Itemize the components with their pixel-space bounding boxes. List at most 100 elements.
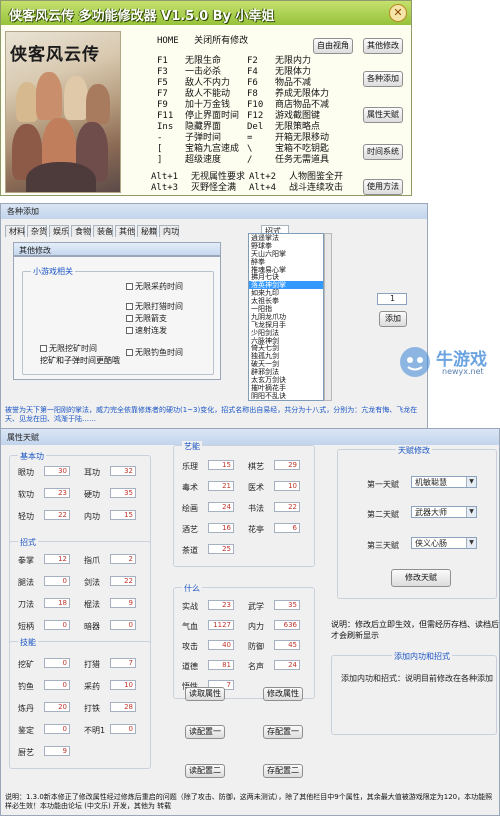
attr-value-input[interactable]: 6 [274,523,300,533]
usage-button[interactable]: 使用方法 [363,179,403,195]
save-config2-button[interactable]: 存配置二 [263,764,303,778]
checkbox-mine-time[interactable]: 无限挖矿时间 [40,343,97,354]
list-item[interactable]: 太祖长拳 [249,297,323,305]
attr-value-input[interactable]: 12 [44,554,70,564]
attr-label: 暗器 [84,622,100,631]
attr-value-input[interactable]: 2 [110,554,136,564]
attr-value-input[interactable]: 0 [110,620,136,630]
attr-value-input[interactable]: 636 [274,620,300,630]
attr-value-input[interactable]: 9 [44,746,70,756]
attr-value-input[interactable]: 32 [110,466,136,476]
attr-value-input[interactable]: 24 [208,502,234,512]
attr-value-input[interactable]: 0 [44,658,70,668]
write-attr-button[interactable]: 修改属性 [263,687,303,701]
attr-value-input[interactable]: 0 [44,620,70,630]
attr-value-input[interactable]: 29 [274,460,300,470]
attr-value-input[interactable]: 0 [44,680,70,690]
list-item[interactable]: 野球拳 [249,242,323,250]
attr-value-input[interactable]: 10 [274,481,300,491]
list-item[interactable]: 摧叶摘花手 [249,384,323,392]
list-item[interactable]: 九阴龙爪功 [249,313,323,321]
read-attr-button[interactable]: 读取属性 [185,687,225,701]
hotkey-key: / [247,155,253,165]
attr-talent-button[interactable]: 属性天赋 [363,107,403,123]
hotkey-row: Alt+4 战斗连续攻击 [249,180,343,193]
list-item[interactable]: 一阳指 [249,305,323,313]
checkbox-arrows[interactable]: 无限箭支 [126,313,167,324]
tab-4[interactable]: 装备 [93,225,113,237]
attr-value-input[interactable]: 15 [208,460,234,470]
attr-value-input[interactable]: 18 [44,598,70,608]
attr-value-input[interactable]: 0 [44,724,70,734]
attr-value-input[interactable]: 15 [110,510,136,520]
save-config1-button[interactable]: 存配置一 [263,725,303,739]
checkbox-fish-time[interactable]: 无限钓鱼时间 [126,347,183,358]
title-bar: 侠客风云传 多功能修改器 V1.5.0 By 小幸姐 ✕ [1,1,411,25]
attr-label: 防御 [248,642,264,651]
tab-2[interactable]: 娱乐 [49,225,69,237]
list-item[interactable]: 醉拳 [249,258,323,266]
basic-section-title: 基本功 [18,451,46,462]
attr-value-input[interactable]: 22 [110,576,136,586]
list-item[interactable]: 太玄万剑诀 [249,376,323,384]
attr-value-input[interactable]: 1127 [208,620,234,630]
attr-value-input[interactable]: 81 [208,660,234,670]
list-scrollbar[interactable] [324,233,332,401]
tab-0[interactable]: 材料 [5,225,25,237]
time-system-button[interactable]: 时间系统 [363,144,403,160]
list-item[interactable]: 破天一剑 [249,360,323,368]
load-config1-button[interactable]: 读配置一 [185,725,225,739]
tab-3[interactable]: 食物 [71,225,91,237]
attr-value-input[interactable]: 35 [274,600,300,610]
list-item[interactable]: 如来九印 [249,289,323,297]
modify-talent-button[interactable]: 修改天赋 [391,569,451,587]
attr-value-input[interactable]: 28 [110,702,136,712]
list-item[interactable]: 逍遥掌法 [249,234,323,242]
checkbox-rapid-fire[interactable]: 速射连发 [126,325,167,336]
attr-value-input[interactable]: 7 [110,658,136,668]
checkbox-hunt-time[interactable]: 无限打猎时间 [126,301,183,312]
attr-value-input[interactable]: 45 [274,640,300,650]
attr-value-input[interactable]: 22 [274,502,300,512]
list-item[interactable]: 辟邪剑法 [249,368,323,376]
free-view-button[interactable]: 自由视角 [313,38,353,54]
checkbox-herb-time[interactable]: 无限采药时间 [126,281,183,292]
attr-value-input[interactable]: 40 [208,640,234,650]
other-mod-button[interactable]: 其他修改 [363,38,403,54]
attr-value-input[interactable]: 30 [44,466,70,476]
attr-label: 打猎 [84,660,100,669]
list-item[interactable]: 少阳剑法 [249,329,323,337]
load-config2-button[interactable]: 读配置二 [185,764,225,778]
attr-value-input[interactable]: 20 [44,702,70,712]
add-items-button[interactable]: 各种添加 [363,71,403,87]
attr-value-input[interactable]: 16 [208,523,234,533]
close-icon[interactable]: ✕ [389,4,407,22]
add-window-title: 各种添加 [1,204,427,219]
talent2-select[interactable]: 武器大师 ▼ [411,506,477,518]
list-item[interactable]: 阴阳不乱诀 [249,392,323,400]
attr-value-input[interactable]: 23 [44,488,70,498]
skill-list[interactable]: 逍遥掌法 野球拳 天山六阳掌 醉拳 推魂易心掌 拂月七诀 落英神剑掌 如来九印 太祖长拳 一阳指九… [248,233,324,401]
attr-value-input[interactable]: 21 [208,481,234,491]
tab-7[interactable]: 内功 [159,225,179,237]
quantity-input[interactable]: 1 [377,293,407,305]
tab-5[interactable]: 其他 [115,225,135,237]
attr-value-input[interactable]: 24 [274,660,300,670]
hotkey-label: 战斗连续攻击 [289,183,344,193]
talent1-select[interactable]: 机敏聪慧 ▼ [411,476,477,488]
attr-value-input[interactable]: 23 [208,600,234,610]
attr-value-input[interactable]: 0 [44,576,70,586]
attr-value-input[interactable]: 10 [110,680,136,690]
list-item[interactable]: 飞龙探月手 [249,321,323,329]
tab-1[interactable]: 杂货 [27,225,47,237]
attr-label: 毒术 [182,483,198,492]
list-item[interactable]: 天山六阳掌 [249,250,323,258]
attr-value-input[interactable]: 22 [44,510,70,520]
attr-value-input[interactable]: 9 [110,598,136,608]
tab-6[interactable]: 秘籍 [137,225,157,237]
talent3-select[interactable]: 侠义心肠 ▼ [411,537,477,549]
attr-value-input[interactable]: 35 [110,488,136,498]
attr-value-input[interactable]: 25 [208,544,234,554]
add-button[interactable]: 添加 [379,311,407,327]
attr-value-input[interactable]: 0 [110,724,136,734]
